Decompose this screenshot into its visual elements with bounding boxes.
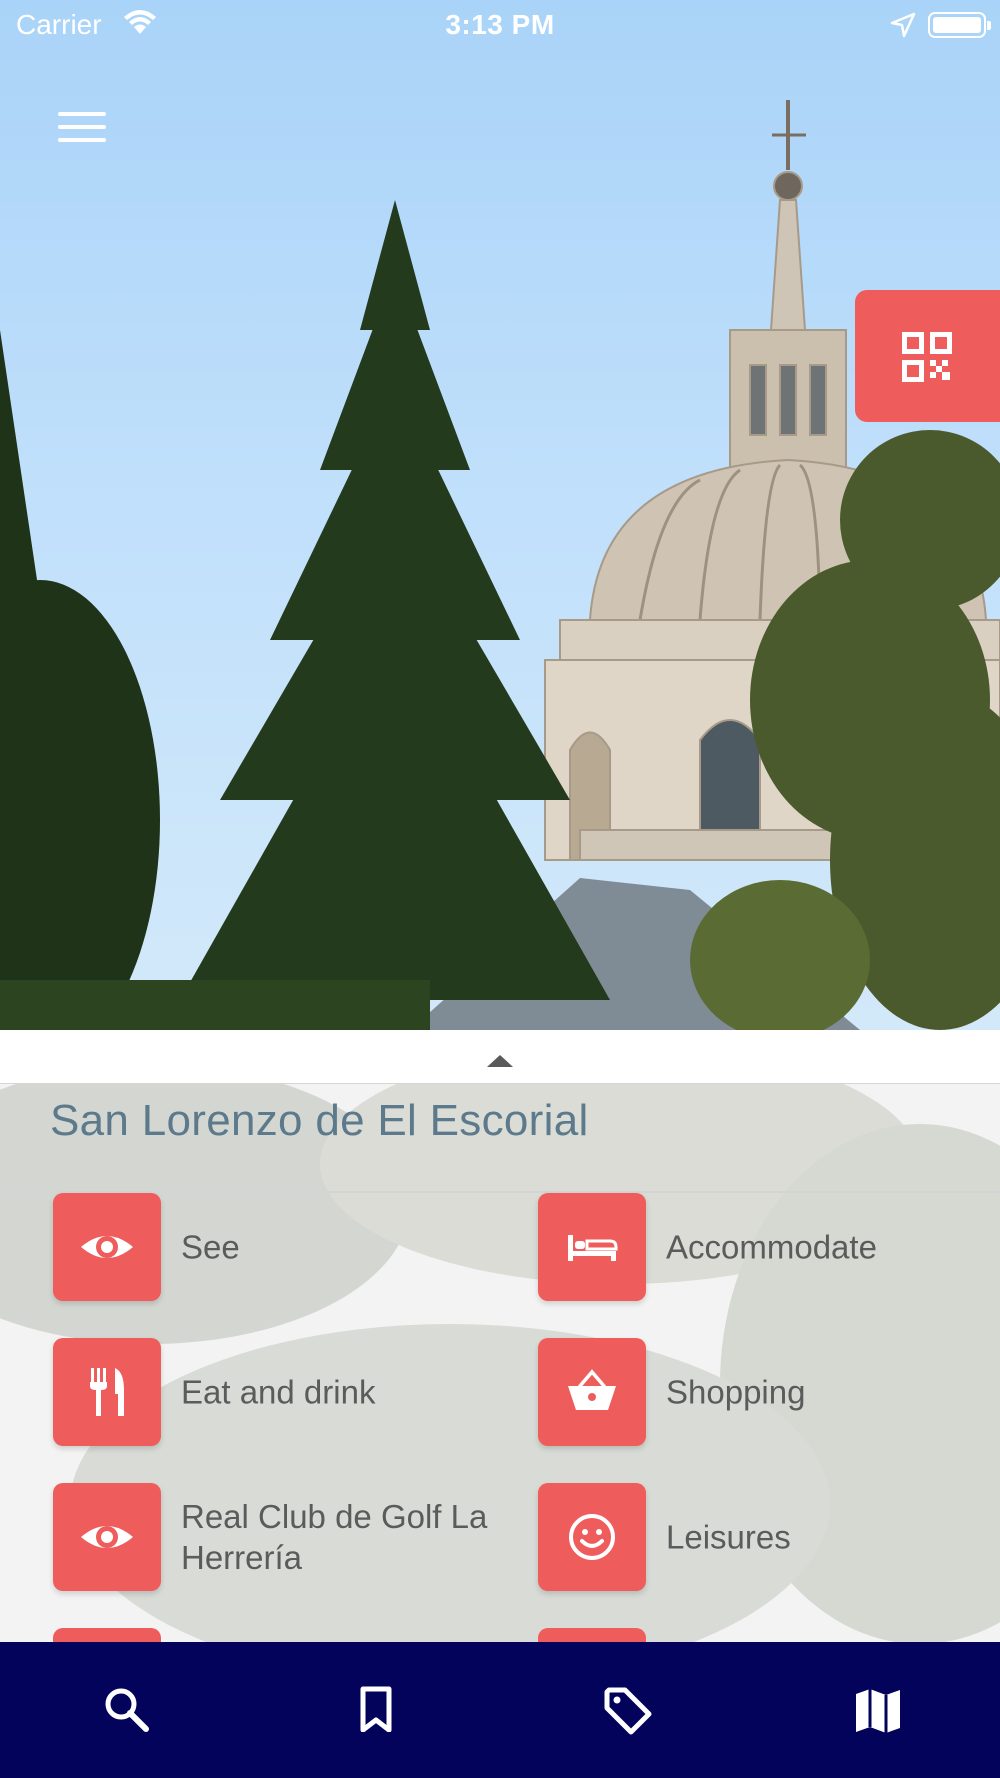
category-real-club-de-golf[interactable]: Real Club de Golf La Herrería [53, 1483, 503, 1591]
destination-title: San Lorenzo de El Escorial [50, 1096, 589, 1145]
search-icon [105, 1688, 149, 1732]
hero-photo [0, 0, 1000, 1030]
category-eat-and-drink[interactable]: Eat and drink [53, 1338, 503, 1446]
category-label: Real Club de Golf La Herrería [181, 1498, 488, 1576]
category-label: Eat and drink [181, 1373, 376, 1411]
shopping-basket-icon [568, 1369, 616, 1410]
bed-icon [568, 1235, 618, 1261]
qr-code-icon [902, 332, 952, 382]
category-icon-tile [538, 1193, 646, 1301]
tab-search[interactable] [0, 1642, 250, 1778]
fork-knife-icon [90, 1368, 124, 1416]
category-icon-tile [538, 1483, 646, 1591]
tab-map[interactable] [750, 1642, 1000, 1778]
battery-icon [928, 12, 991, 38]
qr-scan-button[interactable] [855, 290, 1000, 422]
category-tile-partial[interactable] [53, 1628, 161, 1642]
tab-bookmarks[interactable] [250, 1642, 500, 1778]
category-label: Leisures [666, 1518, 791, 1556]
bottom-tab-bar [0, 1642, 1000, 1778]
status-bar: Carrier 3:13 PM [0, 0, 1000, 50]
fir-tree [180, 200, 610, 1030]
sheet-drag-handle[interactable] [0, 1030, 1000, 1084]
caret-up-icon [487, 1055, 513, 1067]
smiley-icon [569, 1514, 615, 1560]
category-icon-tile [53, 1338, 161, 1446]
category-see[interactable]: See [53, 1193, 503, 1301]
category-label: Accommodate [666, 1228, 877, 1266]
category-tile-partial[interactable] [538, 1628, 646, 1642]
category-icon-tile [53, 1193, 161, 1301]
category-label: See [181, 1228, 240, 1266]
hamburger-menu-icon[interactable] [58, 112, 106, 148]
map-icon [856, 1689, 900, 1733]
category-accommodate[interactable]: Accommodate [538, 1193, 988, 1301]
category-shopping[interactable]: Shopping [538, 1338, 988, 1446]
clock-time: 3:13 PM [445, 9, 555, 40]
eye-icon [81, 1236, 133, 1258]
tag-icon [604, 1687, 652, 1735]
destination-sheet: San Lorenzo de El Escorial See Accommoda… [0, 1030, 1000, 1642]
category-icon-tile [53, 1483, 161, 1591]
location-arrow-icon [890, 12, 916, 38]
category-leisures[interactable]: Leisures [538, 1483, 988, 1591]
category-label: Shopping [666, 1373, 806, 1411]
category-icon-tile [538, 1338, 646, 1446]
tab-offers[interactable] [500, 1642, 750, 1778]
eye-icon [81, 1526, 133, 1548]
left-tree [0, 330, 160, 1030]
bookmark-icon [360, 1686, 392, 1732]
